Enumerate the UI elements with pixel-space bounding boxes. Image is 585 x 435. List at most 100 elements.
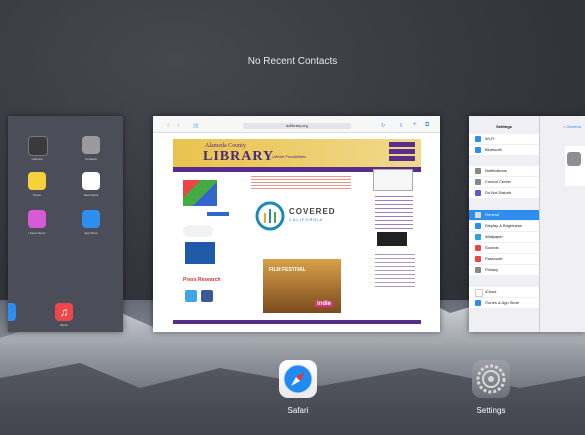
library-header[interactable]: Alameda County LIBRARY ...Infinite Possi… (173, 139, 421, 167)
header-button-3[interactable] (389, 156, 415, 161)
settings-row-wallpaper[interactable]: Wallpaper (469, 232, 539, 242)
wifi-icon (475, 136, 481, 142)
settings-divider (539, 116, 540, 332)
settings-row-label: Bluetooth (485, 147, 502, 152)
dark-banner[interactable] (377, 232, 407, 246)
safari-icon[interactable] (279, 360, 317, 398)
settings-row-sounds[interactable]: Sounds (469, 243, 539, 253)
covered-line1: COVERED (289, 207, 336, 216)
settings-row-privacy[interactable]: Privacy (469, 265, 539, 275)
covered-ca-logo-icon (255, 201, 285, 231)
notes-label: Notes (33, 193, 41, 197)
general-pane (565, 146, 585, 186)
home-screen-card[interactable]: Camera Contacts Notes Reminders iTunes S… (8, 116, 123, 332)
settings-row-itunes[interactable]: iTunes & App Store (469, 298, 539, 308)
back-icon[interactable]: ‹ (167, 122, 169, 129)
gear-icon (476, 364, 506, 394)
twitter-icon[interactable] (185, 290, 197, 302)
festival-title: FILM FESTIVAL (269, 267, 306, 273)
settings-row-bluetooth[interactable]: Bluetooth (469, 145, 539, 155)
share-icon[interactable]: ⇪ (399, 123, 403, 129)
gear-icon (567, 152, 581, 166)
settings-row-label: iTunes & App Store (485, 300, 520, 305)
settings-row-wifi[interactable]: Wi-Fi (469, 134, 539, 144)
wallpaper-icon (475, 234, 481, 240)
settings-row-label: Sounds (485, 245, 499, 250)
library-footer-bar[interactable] (173, 320, 421, 324)
settings-row-passcode[interactable]: Passcode (469, 254, 539, 264)
homework-help-badge[interactable] (185, 242, 215, 264)
settings-row-label: General (485, 212, 500, 217)
gear-icon (475, 212, 481, 218)
header-button-1[interactable] (389, 142, 415, 147)
settings-row-label: Wallpaper (485, 234, 503, 239)
settings-card[interactable]: Settings < General Wi-Fi Bluetooth Notif… (469, 116, 585, 332)
icloud-icon (475, 289, 483, 297)
settings-icon[interactable] (472, 360, 510, 398)
news-text-block (251, 176, 351, 190)
music-icon[interactable]: ♫ (55, 303, 73, 321)
sounds-icon (475, 245, 481, 251)
notes-icon[interactable] (28, 172, 46, 190)
covered-california-banner[interactable]: COVERED CALIFORNIA (255, 199, 335, 233)
appstore-icon[interactable] (82, 210, 100, 228)
header-buttons (389, 142, 415, 164)
using-library-links[interactable] (375, 254, 415, 290)
settings-row-display[interactable]: Display & Brightness (469, 221, 539, 231)
settings-row-control-center[interactable]: Control Center (469, 177, 539, 187)
partial-app-icon[interactable] (8, 303, 16, 321)
header-button-2[interactable] (389, 149, 415, 154)
settings-row-notifications[interactable]: Notifications (469, 166, 539, 176)
library-tagline: ...Infinite Possibilities (269, 154, 307, 159)
settings-row-label: Control Center (485, 179, 512, 184)
search-box[interactable] (373, 169, 413, 191)
settings-label: Settings (476, 406, 506, 415)
press-research-label[interactable]: Press Research (183, 277, 221, 283)
safari-card[interactable]: ‹ › ▯▯ aclibrary.org ↻ ⇪ + ⧉ Alameda Cou… (153, 116, 440, 332)
forward-icon[interactable]: › (177, 122, 179, 129)
appstore-label: App Store (84, 231, 98, 235)
reload-icon[interactable]: ↻ (381, 123, 385, 129)
add-icon[interactable]: + (413, 122, 417, 128)
settings-row-general[interactable]: General (469, 210, 539, 220)
festival-indie-logo: indie (314, 301, 333, 307)
safari-toolbar: ‹ › ▯▯ aclibrary.org ↻ ⇪ + ⧉ (153, 121, 440, 133)
bluetooth-icon (475, 147, 481, 153)
settings-row-icloud[interactable]: iCloud (469, 287, 539, 297)
url-field[interactable]: aclibrary.org (243, 123, 351, 129)
tabs-icon[interactable]: ⧉ (425, 122, 429, 129)
settings-row-do-not-disturb[interactable]: Do Not Disturb (469, 188, 539, 198)
general-back-link[interactable]: < General (563, 124, 581, 129)
notifications-icon (475, 168, 481, 174)
settings-row-label: Passcode (485, 256, 503, 261)
facebook-icon[interactable] (201, 290, 213, 302)
settings-row-label: Do Not Disturb (485, 190, 512, 195)
settings-title: Settings (496, 124, 512, 129)
covered-line2: CALIFORNIA (289, 217, 324, 222)
settings-row-label: Wi-Fi (485, 136, 495, 141)
sidebar-links[interactable] (375, 196, 413, 230)
settings-row-label: Notifications (485, 168, 507, 173)
more-button[interactable] (207, 212, 229, 216)
reminders-icon[interactable] (82, 172, 100, 190)
itunes-icon[interactable] (28, 210, 46, 228)
contacts-icon[interactable] (82, 136, 100, 154)
app-switcher: No Recent Contacts Camera Contacts Notes… (0, 0, 585, 435)
askus-logo[interactable] (183, 225, 213, 237)
compass-icon (283, 364, 313, 394)
music-label: Music (60, 323, 68, 327)
safari-label: Safari (287, 406, 309, 415)
reminders-label: Reminders (83, 193, 99, 197)
passcode-icon (475, 256, 481, 262)
control-center-icon (475, 179, 481, 185)
library-name-line2: LIBRARY (203, 149, 275, 164)
settings-row-label: Display & Brightness (485, 223, 522, 228)
blocks-image[interactable] (183, 180, 217, 206)
privacy-icon (475, 267, 481, 273)
moon-icon (475, 190, 481, 196)
camera-label: Camera (31, 157, 43, 161)
bookmarks-icon[interactable]: ▯▯ (193, 123, 199, 129)
film-festival-banner[interactable]: FILM FESTIVAL indie (263, 259, 341, 313)
appstore-icon (475, 300, 481, 306)
camera-icon[interactable] (28, 136, 48, 156)
